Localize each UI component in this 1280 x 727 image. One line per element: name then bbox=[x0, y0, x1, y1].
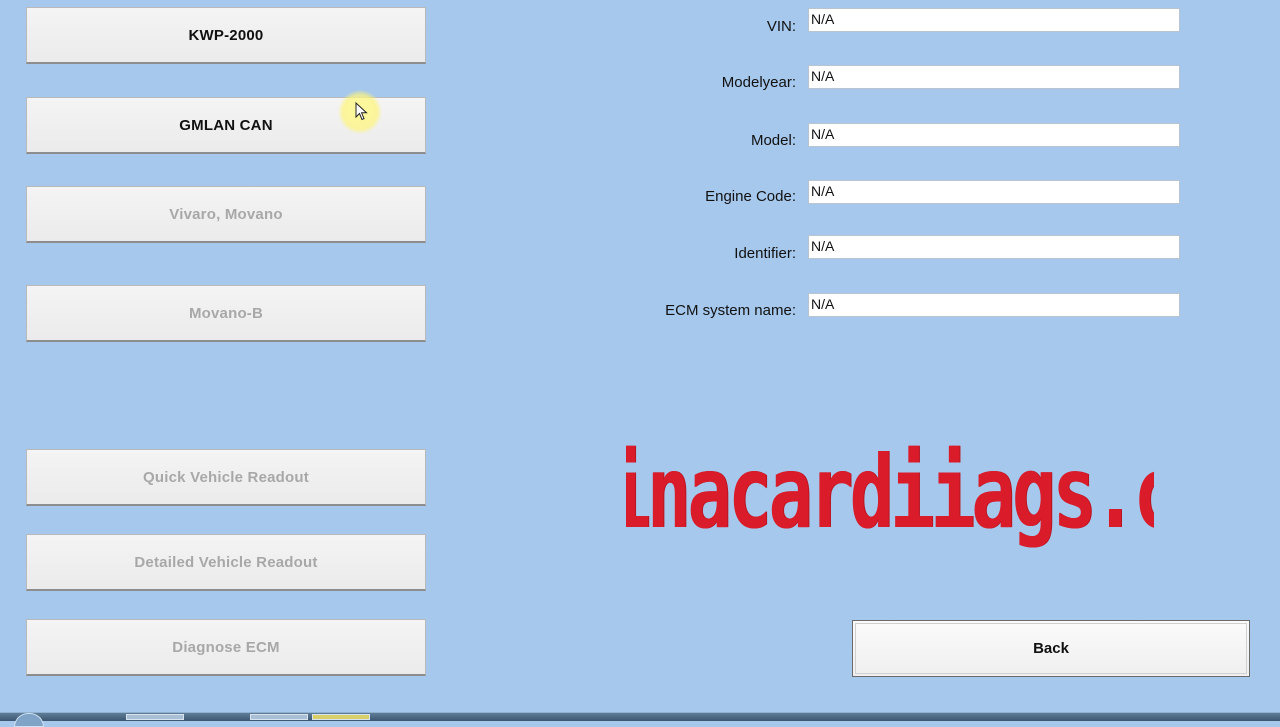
vivaro-movano-button[interactable]: Vivaro, Movano bbox=[26, 186, 426, 243]
ecm-system-name-row: ECM system name: N/A bbox=[560, 293, 1182, 319]
quick-vehicle-readout-button[interactable]: Quick Vehicle Readout bbox=[26, 449, 426, 506]
identifier-label: Identifier: bbox=[734, 245, 796, 262]
kwp2000-button[interactable]: KWP-2000 bbox=[26, 7, 426, 64]
diagnose-ecm-button[interactable]: Diagnose ECM bbox=[26, 619, 426, 676]
back-button[interactable]: Back bbox=[852, 620, 1250, 677]
taskbar-app-window[interactable] bbox=[250, 714, 308, 720]
taskbar-app-explorer[interactable] bbox=[126, 714, 184, 720]
ecm-system-name-field[interactable]: N/A bbox=[808, 293, 1180, 317]
engine-code-field[interactable]: N/A bbox=[808, 180, 1180, 204]
modelyear-row: Modelyear: N/A bbox=[560, 65, 1182, 91]
identifier-field[interactable]: N/A bbox=[808, 235, 1180, 259]
vin-field[interactable]: N/A bbox=[808, 8, 1180, 32]
detailed-vehicle-readout-button[interactable]: Detailed Vehicle Readout bbox=[26, 534, 426, 591]
mouse-cursor-icon bbox=[355, 102, 368, 121]
movano-b-button[interactable]: Movano-B bbox=[26, 285, 426, 342]
watermark-logo: chinacardiiags.com bbox=[626, 428, 1154, 558]
identifier-row: Identifier: N/A bbox=[560, 235, 1182, 262]
model-label: Model: bbox=[750, 132, 796, 149]
model-row: Model: N/A bbox=[560, 123, 1182, 149]
taskbar-app-active[interactable] bbox=[312, 714, 370, 720]
vin-row: VIN: N/A bbox=[560, 8, 1182, 35]
model-field[interactable]: N/A bbox=[808, 123, 1180, 147]
engine-code-label: Engine Code: bbox=[705, 188, 796, 205]
vin-label: VIN: bbox=[766, 18, 796, 35]
engine-code-row: Engine Code: N/A bbox=[560, 180, 1182, 206]
watermark-text: chinacardiiags.com bbox=[626, 434, 1154, 552]
ecm-system-name-label: ECM system name: bbox=[665, 302, 796, 319]
modelyear-field[interactable]: N/A bbox=[808, 65, 1180, 89]
modelyear-label: Modelyear: bbox=[721, 74, 796, 91]
